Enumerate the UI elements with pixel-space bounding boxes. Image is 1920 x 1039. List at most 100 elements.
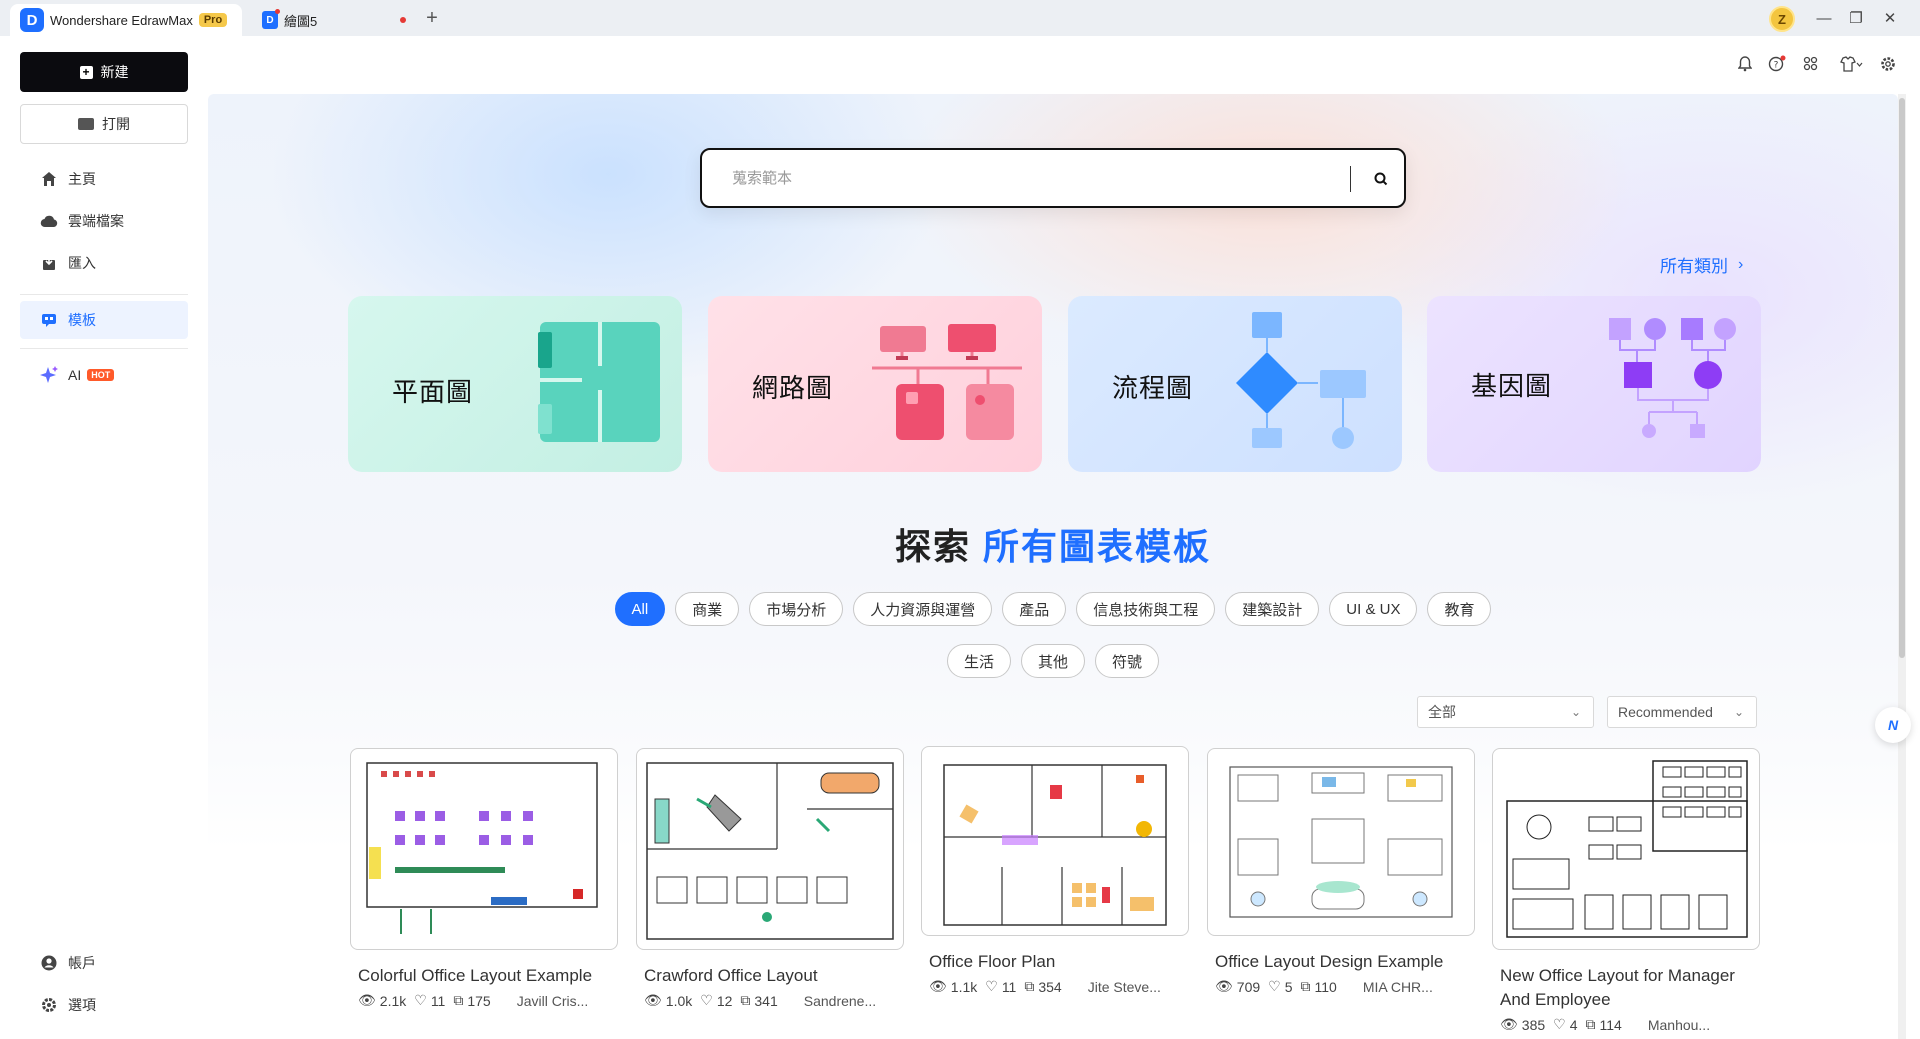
sidebar-item-options[interactable]: 選項 xyxy=(20,986,188,1024)
apps-grid-icon[interactable] xyxy=(1802,54,1822,74)
sidebar-divider xyxy=(20,294,188,295)
template-title[interactable]: Crawford Office Layout xyxy=(644,964,904,988)
notification-bell-icon[interactable] xyxy=(1735,54,1755,74)
filter-chip[interactable]: All xyxy=(614,592,666,626)
sidebar-item-templates[interactable]: 模板 xyxy=(20,301,188,339)
sort-select[interactable]: Recommended ⌄ xyxy=(1607,696,1757,728)
category-card-network[interactable]: 網路圖 xyxy=(708,296,1042,472)
template-thumbnail[interactable] xyxy=(350,748,618,950)
sidebar-item-label: 選項 xyxy=(68,997,96,1013)
filter-chip[interactable]: 生活 xyxy=(946,644,1011,678)
edrawmax-logo-icon: D xyxy=(20,8,44,32)
sidebar-item-ai[interactable]: AI HOT xyxy=(20,356,188,394)
template-title[interactable]: Office Layout Design Example xyxy=(1215,950,1475,974)
sidebar-item-cloud[interactable]: 雲端檔案 xyxy=(20,202,188,240)
template-title[interactable]: Office Floor Plan xyxy=(929,950,1189,974)
scrollbar-thumb[interactable] xyxy=(1899,98,1905,658)
template-card[interactable]: Office Floor Plan 👁 1.1k ♡ 11 ⧉ 354 Jite St… xyxy=(921,746,1189,995)
all-categories-link[interactable]: 所有類別 › xyxy=(1660,252,1743,277)
ai-sparkle-icon xyxy=(40,366,58,384)
template-thumbnail[interactable] xyxy=(921,746,1189,936)
vertical-scrollbar[interactable] xyxy=(1898,94,1906,1039)
sidebar: + 新建 打開 主頁 雲端檔案 匯入 模板 AI HOT 帳戶 選項 xyxy=(0,36,208,1039)
template-search-input[interactable] xyxy=(732,164,1332,192)
template-card[interactable]: Crawford Office Layout 👁 1.0k ♡ 12 ⧉ 341 Sa… xyxy=(636,748,904,1009)
template-card[interactable]: Colorful Office Layout Example 👁 2.1k ♡ 11… xyxy=(350,748,618,1009)
like-count: 11 xyxy=(1001,978,1017,995)
sidebar-item-label: 匯入 xyxy=(68,255,96,271)
close-button[interactable]: ✕ xyxy=(1874,6,1906,30)
template-thumbnail[interactable] xyxy=(636,748,904,950)
eye-icon: 👁 xyxy=(929,978,947,994)
template-author[interactable]: Manhou... xyxy=(1648,1017,1710,1033)
tab-document[interactable]: D 繪圖5 xyxy=(252,4,412,36)
template-search-box xyxy=(700,148,1406,208)
template-author[interactable]: Jite Steve... xyxy=(1088,979,1161,995)
search-icon[interactable] xyxy=(1370,168,1392,190)
open-button[interactable]: 打開 xyxy=(20,104,188,144)
template-thumbnail[interactable] xyxy=(1492,748,1760,950)
help-icon[interactable]: ? xyxy=(1767,54,1787,74)
view-count: 1.0k xyxy=(665,992,693,1009)
filter-chip[interactable]: UI & UX xyxy=(1329,592,1418,626)
like-count: 4 xyxy=(1569,1016,1578,1033)
template-author[interactable]: Sandrene... xyxy=(804,993,876,1009)
filter-chip[interactable]: 符號 xyxy=(1095,644,1160,678)
floating-assistant-button[interactable]: N xyxy=(1875,707,1911,743)
template-title[interactable]: Colorful Office Layout Example xyxy=(358,964,618,988)
template-title[interactable]: New Office Layout for Manager And Employ… xyxy=(1500,964,1760,1012)
import-icon xyxy=(40,254,58,272)
filter-chip-row: All 商業 市場分析 人力資源與運營 產品 信息技術與工程 建築設計 UI & UX 教育 xyxy=(208,592,1898,626)
tab-home[interactable]: D Wondershare EdrawMax Pro xyxy=(10,4,242,36)
account-icon xyxy=(40,954,58,972)
copy-count: 114 xyxy=(1599,1016,1622,1033)
filter-chip[interactable]: 教育 xyxy=(1427,592,1492,626)
filter-chip[interactable]: 其他 xyxy=(1020,644,1085,678)
heart-icon: ♡ xyxy=(985,978,998,994)
copy-icon: ⧉ xyxy=(453,992,464,1008)
skin-shirt-icon[interactable] xyxy=(1838,54,1864,74)
filter-chip[interactable]: 信息技術與工程 xyxy=(1076,592,1216,626)
filter-chip[interactable]: 人力資源與運營 xyxy=(853,592,993,626)
template-stats: 👁 2.1k ♡ 11 ⧉ 175 Javill Cris... xyxy=(358,992,618,1009)
sidebar-item-label: 帳戶 xyxy=(68,955,96,971)
app-name: Wondershare EdrawMax xyxy=(50,12,193,28)
category-label: 網路圖 xyxy=(752,373,834,403)
sidebar-item-account[interactable]: 帳戶 xyxy=(20,944,188,982)
template-thumbnail[interactable] xyxy=(1207,748,1475,936)
hot-badge: HOT xyxy=(87,369,115,381)
template-author[interactable]: Javill Cris... xyxy=(517,993,589,1009)
add-tab-button[interactable]: + xyxy=(420,6,444,30)
chevron-right-icon: › xyxy=(1738,255,1744,273)
heart-icon: ♡ xyxy=(414,992,427,1008)
category-card-floor-plan[interactable]: 平面圖 xyxy=(348,296,682,472)
filter-chip[interactable]: 商業 xyxy=(675,592,740,626)
minimize-button[interactable]: — xyxy=(1808,6,1840,30)
chevron-down-icon: ⌄ xyxy=(1733,705,1744,719)
view-count: 709 xyxy=(1236,978,1261,995)
settings-gear-icon[interactable] xyxy=(1878,54,1898,74)
copy-count: 341 xyxy=(754,992,778,1009)
sidebar-item-home[interactable]: 主頁 xyxy=(20,160,188,198)
filter-chip[interactable]: 市場分析 xyxy=(749,592,844,626)
new-button[interactable]: + 新建 xyxy=(20,52,188,92)
filter-chip[interactable]: 建築設計 xyxy=(1225,592,1320,626)
copy-count: 354 xyxy=(1038,978,1062,995)
cloud-icon xyxy=(40,212,58,230)
unsaved-indicator xyxy=(400,17,406,23)
user-avatar[interactable]: Z xyxy=(1769,6,1795,32)
template-card[interactable]: New Office Layout for Manager And Employ… xyxy=(1492,748,1760,1033)
scope-select[interactable]: 全部 ⌄ xyxy=(1417,696,1594,728)
maximize-button[interactable]: ❐ xyxy=(1840,6,1872,30)
document-tab-label: 繪圖5 xyxy=(284,13,318,29)
template-author[interactable]: MIA CHR... xyxy=(1363,979,1433,995)
category-card-genogram[interactable]: 基因圖 xyxy=(1427,296,1761,472)
template-stats: 👁 1.0k ♡ 12 ⧉ 341 Sandrene... xyxy=(644,992,904,1009)
template-card[interactable]: Office Layout Design Example 👁 709 ♡ 5 ⧉ 11… xyxy=(1207,748,1475,995)
eye-icon: 👁 xyxy=(358,992,376,1008)
category-card-flowchart[interactable]: 流程圖 xyxy=(1068,296,1402,472)
svg-text:?: ? xyxy=(1774,61,1779,71)
sidebar-item-import[interactable]: 匯入 xyxy=(20,244,188,282)
filter-chip[interactable]: 產品 xyxy=(1002,592,1067,626)
folder-icon xyxy=(78,118,94,130)
